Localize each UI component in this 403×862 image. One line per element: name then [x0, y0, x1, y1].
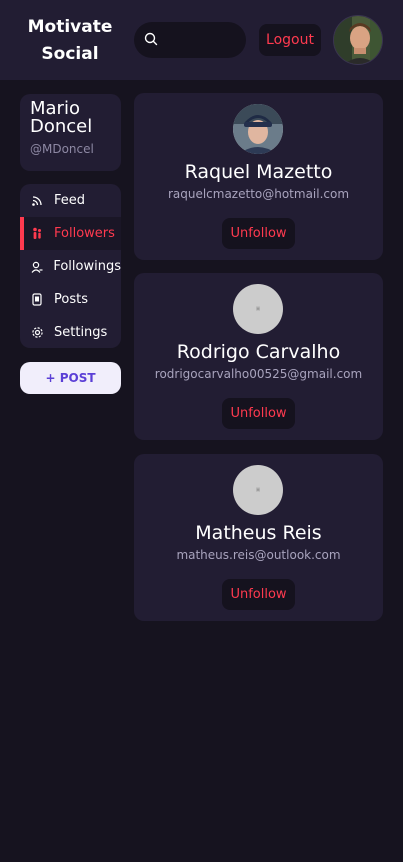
- posts-icon: [20, 293, 54, 306]
- top-bar: Motivate Social Logout: [0, 0, 403, 80]
- search-input[interactable]: [164, 33, 236, 47]
- user-icon: [20, 261, 53, 273]
- profile-handle: @MDoncel: [30, 142, 94, 156]
- user-avatar[interactable]: [333, 15, 383, 65]
- follower-email: rodrigocarvalho00525@gmail.com: [154, 367, 363, 381]
- follower-name: Matheus Reis: [195, 522, 322, 544]
- unfollow-button[interactable]: Unfollow: [222, 579, 295, 610]
- sidebar-nav: Feed Followers Followings Posts Settings: [20, 184, 121, 348]
- sidebar-item-label: Followers: [54, 226, 115, 241]
- follower-avatar[interactable]: [233, 104, 283, 154]
- sidebar-item-label: Posts: [54, 292, 88, 307]
- follower-card: Raquel Mazetto raquelcmazetto@hotmail.co…: [134, 93, 383, 260]
- sidebar-item-label: Settings: [54, 325, 108, 340]
- sidebar-item-label: Followings: [53, 259, 121, 274]
- avatar-placeholder[interactable]: ▣: [233, 284, 283, 334]
- placeholder-image-icon: ▣: [255, 306, 261, 312]
- gear-icon: [20, 326, 54, 339]
- logout-button[interactable]: Logout: [259, 24, 321, 56]
- follower-name: Raquel Mazetto: [184, 161, 333, 183]
- profile-last-name: Doncel: [30, 116, 93, 137]
- new-post-button[interactable]: + POST: [20, 362, 121, 394]
- sidebar-item-label: Feed: [54, 193, 86, 208]
- follower-card: ▣ Matheus Reis matheus.reis@outlook.com …: [134, 454, 383, 621]
- followers-icon: [20, 227, 54, 240]
- app-logo[interactable]: Motivate Social: [14, 14, 126, 68]
- follower-card: ▣ Rodrigo Carvalho rodrigocarvalho00525@…: [134, 273, 383, 440]
- profile-card: Mario Doncel @MDoncel: [20, 94, 121, 171]
- follower-email: matheus.reis@outlook.com: [176, 548, 341, 562]
- rss-icon: [20, 195, 54, 206]
- sidebar-item-followings[interactable]: Followings: [20, 250, 121, 283]
- unfollow-button[interactable]: Unfollow: [222, 398, 295, 429]
- placeholder-image-icon: ▣: [255, 487, 261, 493]
- search-icon: [144, 31, 158, 50]
- follower-name: Rodrigo Carvalho: [176, 341, 341, 363]
- sidebar-item-followers[interactable]: Followers: [20, 217, 121, 250]
- search-box: [134, 22, 246, 58]
- brand-line-1: Motivate: [27, 17, 113, 37]
- sidebar-item-feed[interactable]: Feed: [20, 184, 121, 217]
- sidebar-item-posts[interactable]: Posts: [20, 283, 121, 316]
- sidebar-item-settings[interactable]: Settings: [20, 316, 121, 349]
- unfollow-button[interactable]: Unfollow: [222, 218, 295, 249]
- follower-email: raquelcmazetto@hotmail.com: [167, 187, 350, 201]
- avatar-placeholder[interactable]: ▣: [233, 465, 283, 515]
- brand-line-2: Social: [41, 44, 99, 64]
